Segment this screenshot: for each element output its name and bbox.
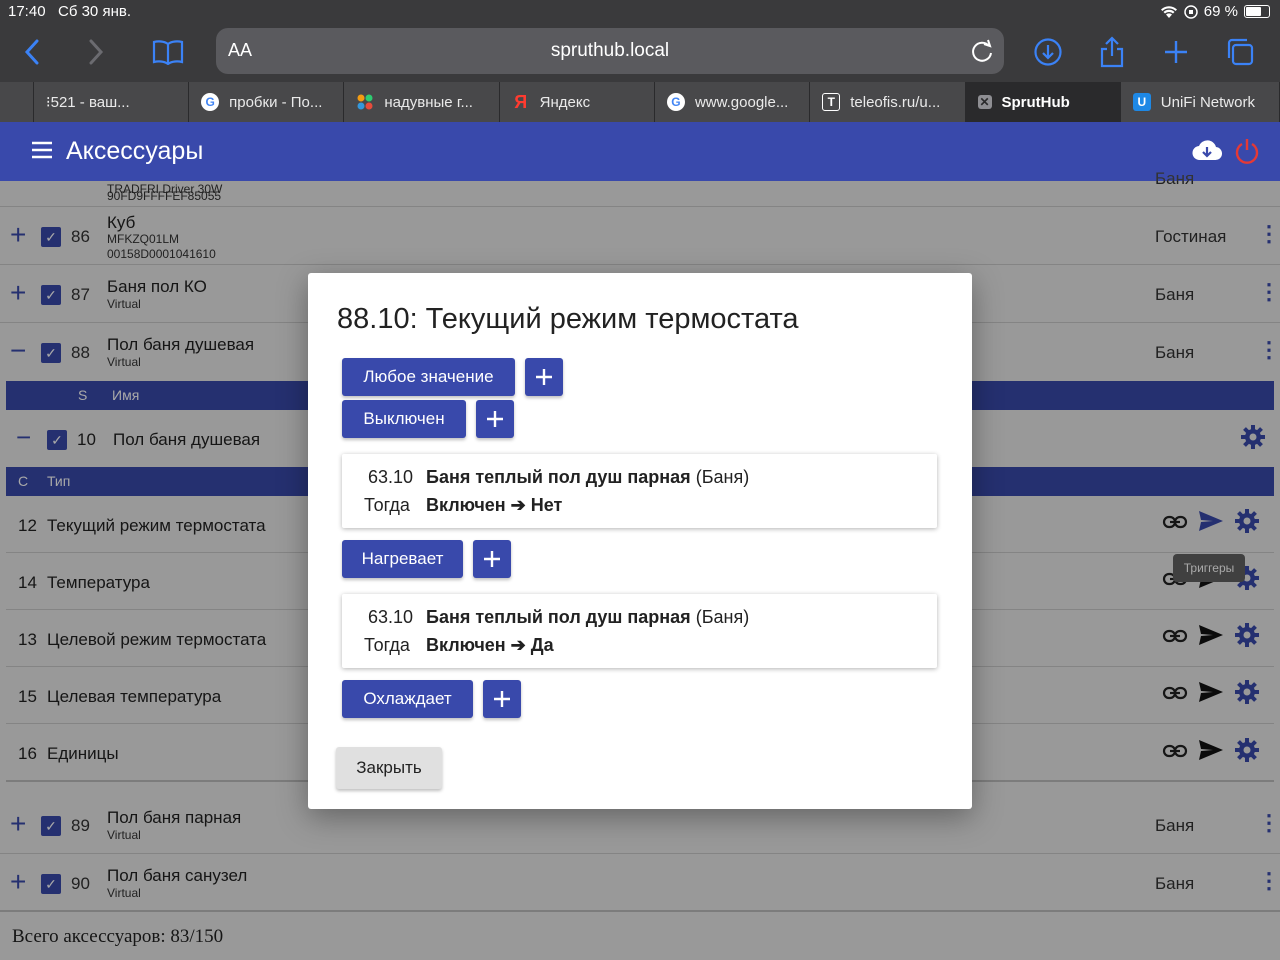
new-tab-button[interactable] (1156, 32, 1196, 72)
close-tab-icon[interactable]: ✕ (977, 95, 992, 109)
status-bar: 17:40 Сб 30 янв. 69 % (0, 0, 1280, 24)
downloads-button[interactable] (1028, 32, 1068, 72)
tab-label: надувные г... (384, 93, 473, 111)
share-icon (1100, 36, 1124, 68)
plus-icon (487, 411, 503, 427)
bookmarks-button[interactable] (148, 32, 188, 72)
tab-label: SprutHub (1001, 93, 1070, 111)
tab-2[interactable]: G пробки - По... (189, 82, 345, 122)
browser-tab-bar: ⁝521 - ваш... G пробки - По... надувные … (0, 82, 1280, 122)
address-bar[interactable]: AA spruthub.local (216, 28, 1004, 74)
google-icon: G (666, 93, 685, 111)
status-date: Сб 30 янв. (58, 3, 131, 20)
unifi-icon: U (1132, 93, 1151, 111)
tab-label: Яндекс (539, 93, 591, 111)
chevron-right-icon (89, 39, 104, 65)
trigger-device: Баня теплый пол душ парная (Баня) (426, 607, 749, 628)
battery-icon (1244, 5, 1270, 18)
tab-label: UniFi Network (1160, 93, 1255, 111)
yandex-icon: Я (514, 91, 528, 112)
status-time: 17:40 (8, 3, 46, 20)
url-text: spruthub.local (550, 40, 670, 61)
plus-icon (536, 369, 552, 385)
tab-3[interactable]: надувные г... (344, 82, 500, 122)
colored-dots-icon (357, 94, 373, 110)
tab-spruthub[interactable]: ✕ SprutHub (965, 82, 1121, 122)
plus-icon (494, 691, 510, 707)
google-icon: G (201, 93, 220, 111)
plus-icon (484, 551, 500, 567)
trigger-result: Включен ➔ Нет (426, 495, 563, 515)
download-circle-icon (1034, 38, 1062, 66)
battery-percent: 69 % (1203, 3, 1238, 20)
page-title: Аксессуары (66, 137, 204, 165)
cooling-button[interactable]: Охлаждает (342, 680, 473, 718)
trigger-device-name: Баня теплый пол душ парная (426, 607, 691, 627)
off-button[interactable]: Выключен (342, 400, 466, 438)
tab-label: teleofis.ru/u... (850, 93, 941, 111)
wifi-icon (1160, 5, 1177, 18)
add-cooling-button[interactable] (483, 680, 521, 718)
trigger-room: (Баня) (695, 607, 750, 627)
teleofis-icon: T (822, 93, 841, 111)
tabs-overview-button[interactable] (1220, 32, 1260, 72)
trigger-card[interactable]: 63.10 Баня теплый пол душ парная (Баня) … (342, 594, 937, 668)
trigger-device-name: Баня теплый пол душ парная (426, 467, 691, 487)
trigger-id: 63.10 (368, 467, 414, 487)
tab-label: www.google... (694, 93, 789, 111)
hamburger-menu-icon[interactable] (30, 140, 54, 160)
trigger-device: Баня теплый пол душ парная (Баня) (426, 467, 749, 488)
share-button[interactable] (1092, 32, 1132, 72)
chevron-left-icon (24, 39, 39, 65)
app-header: Аксессуары (0, 122, 1280, 181)
cloud-download-icon[interactable] (1192, 138, 1222, 162)
add-heating-button[interactable] (473, 540, 511, 578)
trigger-id: 63.10 (368, 607, 414, 627)
trigger-then: Тогда (364, 635, 410, 655)
orientation-lock-icon (1184, 4, 1198, 19)
thermostat-mode-dialog: 88.10: Текущий режим термостата Любое зн… (308, 273, 972, 809)
power-icon[interactable] (1234, 137, 1260, 165)
tab-label: ⁝521 - ваш... (45, 94, 130, 111)
close-button[interactable]: Закрыть (336, 747, 442, 789)
plus-icon (1165, 41, 1187, 63)
forward-button[interactable] (76, 32, 116, 72)
tab-8[interactable]: U UniFi Network (1120, 82, 1280, 122)
trigger-room: (Баня) (695, 467, 750, 487)
tab-1[interactable]: ⁝521 - ваш... (33, 82, 190, 122)
tab-5[interactable]: G www.google... (654, 82, 811, 122)
tab-blank[interactable] (0, 82, 34, 122)
browser-toolbar: AA spruthub.local (0, 24, 1280, 82)
add-any-value-button[interactable] (525, 358, 563, 396)
tab-6[interactable]: T teleofis.ru/u... (810, 82, 966, 122)
book-icon (152, 40, 184, 65)
back-button[interactable] (12, 32, 52, 72)
tabs-icon (1227, 38, 1254, 66)
trigger-result: Включен ➔ Да (426, 635, 554, 655)
tab-4[interactable]: Я Яндекс (499, 82, 655, 122)
status-right: 69 % (1160, 3, 1270, 20)
any-value-button[interactable]: Любое значение (342, 358, 515, 396)
trigger-card[interactable]: 63.10 Баня теплый пол душ парная (Баня) … (342, 454, 937, 528)
reload-icon[interactable] (970, 38, 994, 64)
dialog-title: 88.10: Текущий режим термостата (337, 303, 799, 335)
trigger-then: Тогда (364, 495, 410, 515)
tab-label: пробки - По... (229, 93, 323, 111)
heating-button[interactable]: Нагревает (342, 540, 463, 578)
add-off-button[interactable] (476, 400, 514, 438)
